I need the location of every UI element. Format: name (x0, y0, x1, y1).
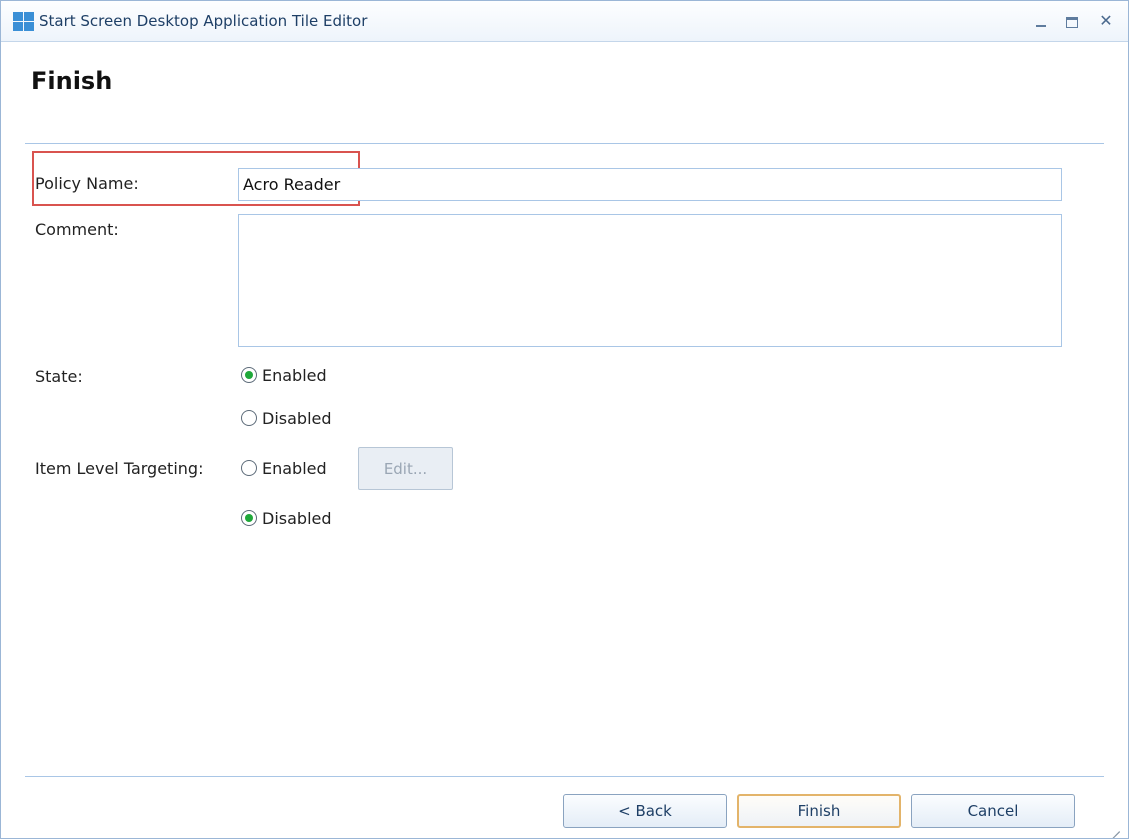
close-button[interactable]: ✕ (1093, 9, 1119, 33)
comment-label: Comment: (35, 220, 119, 239)
state-enabled-label: Enabled (262, 365, 327, 385)
ilt-enabled-radio[interactable]: Enabled (241, 457, 327, 479)
maximize-button[interactable] (1059, 9, 1085, 33)
policy-name-label: Policy Name: (35, 174, 139, 193)
state-label: State: (35, 367, 83, 386)
radio-unchecked-icon (241, 410, 257, 426)
radio-checked-icon (241, 510, 257, 526)
state-enabled-radio[interactable]: Enabled (241, 364, 327, 386)
comment-textarea[interactable] (238, 214, 1062, 347)
item-level-targeting-label: Item Level Targeting: (35, 459, 204, 478)
window-title: Start Screen Desktop Application Tile Ed… (39, 12, 368, 30)
finish-button[interactable]: Finish (737, 794, 901, 828)
radio-unchecked-icon (241, 460, 257, 476)
policy-name-input[interactable] (238, 168, 1062, 201)
cancel-button[interactable]: Cancel (911, 794, 1075, 828)
maximize-icon (1066, 17, 1078, 28)
close-icon: ✕ (1099, 11, 1113, 30)
back-button[interactable]: < Back (563, 794, 727, 828)
title-bar[interactable]: Start Screen Desktop Application Tile Ed… (1, 1, 1128, 42)
minimize-button[interactable] (1028, 9, 1054, 33)
ilt-disabled-label: Disabled (262, 508, 332, 528)
footer-divider (25, 776, 1104, 777)
windows-logo-icon (13, 12, 35, 32)
state-disabled-radio[interactable]: Disabled (241, 407, 332, 429)
page-title: Finish (31, 67, 113, 95)
minimize-icon (1036, 25, 1046, 27)
ilt-disabled-radio[interactable]: Disabled (241, 507, 332, 529)
ilt-enabled-label: Enabled (262, 458, 327, 478)
header-divider (25, 143, 1104, 144)
resize-grip-icon[interactable] (1104, 816, 1120, 838)
state-disabled-label: Disabled (262, 408, 332, 428)
edit-targeting-button[interactable]: Edit... (358, 447, 453, 490)
dialog-window: Start Screen Desktop Application Tile Ed… (0, 0, 1129, 839)
radio-checked-icon (241, 367, 257, 383)
